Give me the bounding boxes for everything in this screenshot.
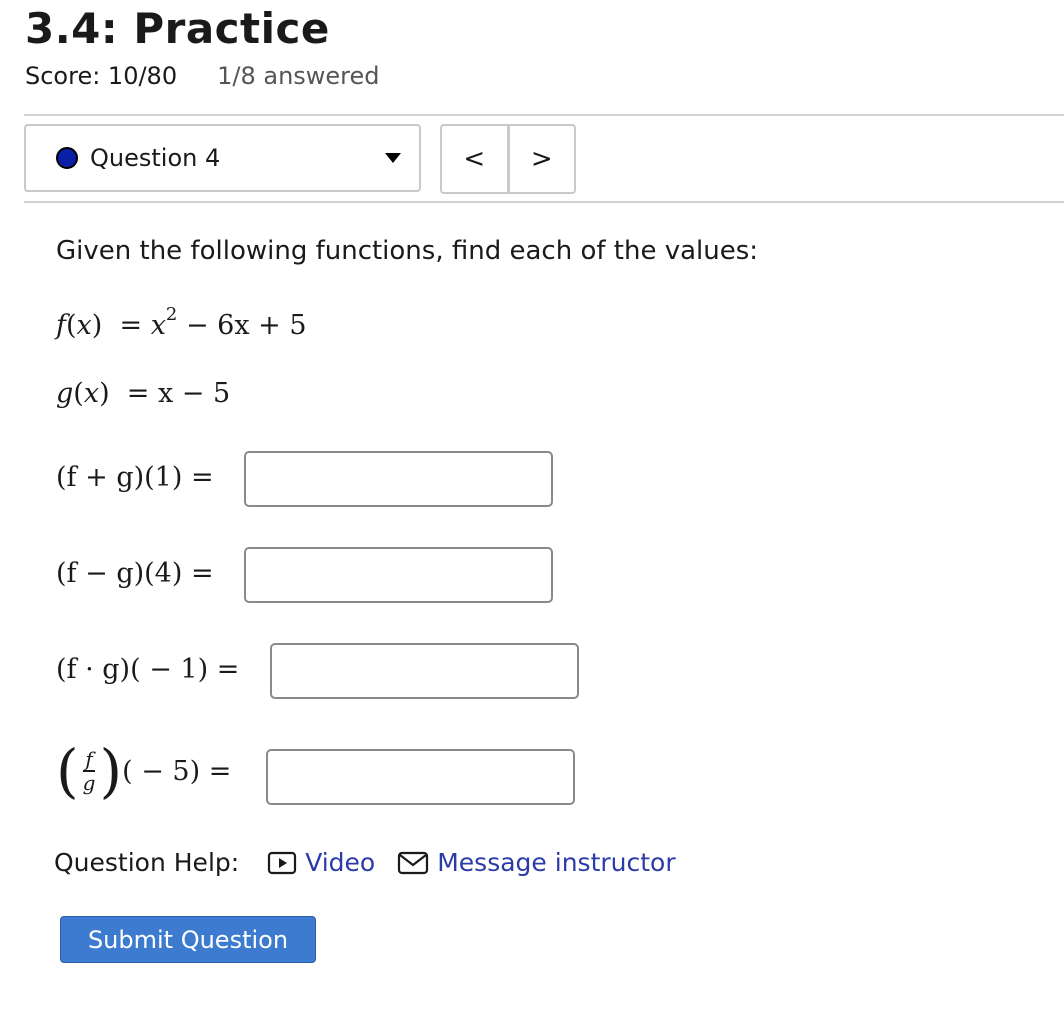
question-help: Question Help: Video Message instructor [54,848,698,877]
part2-answer-input[interactable] [244,547,553,603]
next-question-button[interactable]: > [510,126,575,192]
f-exponent: 2 [165,304,178,325]
submit-question-button[interactable]: Submit Question [60,916,316,963]
fraction-numerator: f [83,746,95,772]
g-name: g [56,378,74,409]
question-help-label: Question Help: [54,848,240,877]
divider-bottom [24,201,1064,203]
part3-answer-input[interactable] [270,643,579,699]
divider-top [24,114,1064,116]
g-var: x [83,378,100,409]
previous-question-button[interactable]: < [442,126,510,192]
chevron-down-icon [385,153,401,163]
right-paren: ) [99,737,123,805]
fraction: f g [82,746,96,795]
function-f-definition: f(x) = x2 − 6x + 5 [56,304,307,341]
question-select-label: Question 4 [90,144,221,172]
question-status-dot [56,147,78,169]
f-rhs-rest: − 6x + 5 [177,310,307,341]
page-title: 3.4: Practice [25,4,330,53]
question-select[interactable]: Question 4 [24,124,421,192]
mail-icon [398,851,429,874]
part4-expression: ( f g ) ( − 5) = [56,742,231,800]
part2-expression: (f − g)(4) = [56,558,214,589]
f-name: f [56,310,66,341]
answered-count: 1/8 answered [217,62,380,90]
score-row: Score: 10/80 1/8 answered [25,62,380,90]
question-nav-group: < > [440,124,576,194]
fraction-denominator: g [82,770,96,795]
part4-answer-input[interactable] [266,749,575,805]
video-icon [268,851,297,874]
g-rhs: x − 5 [157,378,231,409]
part3-expression: (f · g)( − 1) = [56,654,240,685]
video-link[interactable]: Video [267,848,375,877]
message-instructor-link[interactable]: Message instructor [397,848,676,877]
video-link-label: Video [305,848,376,877]
part4-expression-tail: ( − 5) = [122,755,232,787]
f-rhs-base: x [150,310,166,341]
message-instructor-label: Message instructor [437,848,676,877]
function-g-definition: g(x) = x − 5 [56,378,231,409]
f-var: x [76,310,92,341]
left-paren: ( [56,737,79,805]
part1-expression: (f + g)(1) = [56,462,214,493]
score-text: Score: 10/80 [25,62,178,90]
part1-answer-input[interactable] [244,451,553,507]
question-prompt: Given the following functions, find each… [56,236,759,266]
